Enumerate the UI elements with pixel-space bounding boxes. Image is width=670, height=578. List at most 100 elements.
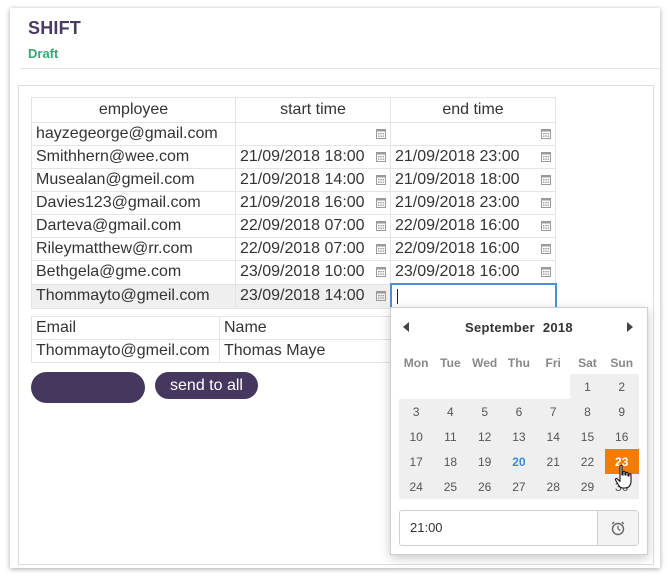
calendar-grid: Mon Tue Wed Thu Fri Sat Sun 1 2 3 4 5 6 7 8 9 10 11 12 13 14… xyxy=(399,352,639,499)
calendar-icon[interactable] xyxy=(541,220,551,231)
employee-cell[interactable]: Davies123@gmail.com xyxy=(31,191,236,215)
calendar-day[interactable]: 8 xyxy=(570,399,604,424)
calendar-day[interactable]: 25 xyxy=(433,474,467,499)
end-time-value: 21/09/2018 23:00 xyxy=(395,148,520,165)
page-title: SHIFT xyxy=(28,18,81,38)
end-time-cell[interactable]: 21/09/2018 18:00 xyxy=(390,168,556,192)
start-time-value: 22/09/2018 07:00 xyxy=(240,217,365,234)
start-time-value: 21/09/2018 16:00 xyxy=(240,194,365,211)
table-row: Rileymatthew@rr.com 22/09/2018 07:00 22/09… xyxy=(31,237,556,261)
calendar-day[interactable]: 26 xyxy=(468,474,502,499)
calendar-day[interactable]: 24 xyxy=(399,474,433,499)
employee-cell[interactable]: Bethgela@gme.com xyxy=(31,260,236,285)
calendar-day[interactable]: 9 xyxy=(605,399,639,424)
table-row: Musealan@gmeil.com 21/09/2018 14:00 21/09/… xyxy=(31,168,556,192)
time-input[interactable]: 21:00 xyxy=(399,510,639,546)
employee-cell[interactable]: Thommayto@gmeil.com xyxy=(31,283,236,309)
unlabeled-button[interactable] xyxy=(31,372,145,403)
calendar-icon[interactable] xyxy=(376,266,386,277)
calendar-day[interactable]: 4 xyxy=(433,399,467,424)
calendar-day[interactable]: 17 xyxy=(399,449,433,474)
start-time-cell[interactable]: 22/09/2018 07:00 xyxy=(235,214,391,238)
calendar-blank xyxy=(399,374,434,399)
calendar-icon[interactable] xyxy=(541,174,551,185)
calendar-icon[interactable] xyxy=(541,151,551,162)
calendar-icon[interactable] xyxy=(541,266,551,277)
calendar-day[interactable]: 22 xyxy=(570,449,604,474)
employee-cell[interactable]: Smithhern@wee.com xyxy=(31,145,236,169)
end-time-cell[interactable]: 23/09/2018 16:00 xyxy=(390,260,556,285)
table-row: Thommayto@gmeil.com Thomas Maye xyxy=(31,339,391,363)
calendar-icon[interactable] xyxy=(375,290,386,301)
end-time-cell[interactable]: 21/09/2018 23:00 xyxy=(390,191,556,215)
start-time-cell[interactable] xyxy=(235,122,391,146)
end-time-cell[interactable]: 21/09/2018 23:00 xyxy=(390,145,556,169)
calendar-icon[interactable] xyxy=(376,220,386,231)
start-time-value: 23/09/2018 14:00 xyxy=(240,287,365,304)
weekday-label: Wed xyxy=(472,356,498,370)
calendar-day[interactable]: 21 xyxy=(536,449,570,474)
calendar-day[interactable]: 27 xyxy=(502,474,536,499)
end-time-cell[interactable]: 22/09/2018 16:00 xyxy=(390,214,556,238)
chevron-right-icon[interactable] xyxy=(627,322,633,332)
start-time-cell[interactable]: 22/09/2018 07:00 xyxy=(235,237,391,261)
start-time-cell[interactable]: 21/09/2018 16:00 xyxy=(235,191,391,215)
calendar-week: 3456789 xyxy=(399,399,639,424)
employee-cell[interactable]: hayzegeorge@gmail.com xyxy=(31,122,236,146)
calendar-day[interactable]: 28 xyxy=(536,474,570,499)
start-time-cell[interactable]: 23/09/2018 14:00 xyxy=(235,283,391,309)
start-time-cell[interactable]: 23/09/2018 10:00 xyxy=(235,260,391,285)
column-header-start-time: start time xyxy=(235,97,391,123)
calendar-icon[interactable] xyxy=(376,243,386,254)
weekday-label: Mon xyxy=(403,356,429,370)
calendar-day[interactable]: 13 xyxy=(502,424,536,449)
send-to-all-button[interactable]: send to all xyxy=(155,372,258,399)
calendar-day[interactable]: 11 xyxy=(433,424,467,449)
calendar-day[interactable]: 16 xyxy=(605,424,639,449)
start-time-value: 21/09/2018 14:00 xyxy=(240,171,365,188)
shift-table: employee start time end time hayzegeorge… xyxy=(31,97,557,309)
table-row: Smithhern@wee.com 21/09/2018 18:00 21/09/2… xyxy=(31,145,556,169)
calendar-day[interactable]: 7 xyxy=(536,399,570,424)
end-time-cell[interactable]: 22/09/2018 16:00 xyxy=(390,237,556,261)
calendar-day[interactable]: 14 xyxy=(536,424,570,449)
calendar-icon[interactable] xyxy=(376,151,386,162)
calendar-day[interactable]: 5 xyxy=(468,399,502,424)
calendar-day[interactable]: 3 xyxy=(399,399,433,424)
email-cell[interactable]: Thommayto@gmeil.com xyxy=(31,339,220,363)
calendar-day[interactable]: 15 xyxy=(570,424,604,449)
calendar-day[interactable]: 12 xyxy=(468,424,502,449)
calendar-week: 17 18 19 20 21 22 23 xyxy=(399,449,639,474)
employee-cell[interactable]: Rileymatthew@rr.com xyxy=(31,237,236,261)
end-time-input[interactable] xyxy=(389,283,557,309)
name-cell[interactable]: Thomas Maye xyxy=(219,339,391,363)
start-time-cell[interactable]: 21/09/2018 18:00 xyxy=(235,145,391,169)
calendar-day[interactable]: 10 xyxy=(399,424,433,449)
calendar-day[interactable]: 19 xyxy=(468,449,502,474)
employee-cell[interactable]: Musealan@gmeil.com xyxy=(31,168,236,192)
calendar-icon[interactable] xyxy=(541,128,551,139)
calendar-week: 12 xyxy=(399,374,639,399)
column-header-email: Email xyxy=(31,316,220,340)
month-year-title: September 2018 xyxy=(391,320,647,335)
calendar-icon[interactable] xyxy=(541,243,551,254)
calendar-day[interactable]: 1 xyxy=(570,374,604,399)
month-label[interactable]: September xyxy=(465,320,535,335)
employee-cell[interactable]: Darteva@gmail.com xyxy=(31,214,236,238)
calendar-day[interactable]: 29 xyxy=(570,474,604,499)
calendar-icon[interactable] xyxy=(376,128,386,139)
calendar-day[interactable]: 2 xyxy=(605,374,639,399)
calendar-day[interactable]: 20 xyxy=(502,449,536,474)
weekday-label: Thu xyxy=(507,356,530,370)
calendar-icon[interactable] xyxy=(541,197,551,208)
end-time-cell[interactable] xyxy=(390,122,556,146)
time-value: 21:00 xyxy=(410,520,443,535)
table-row: Darteva@gmail.com 22/09/2018 07:00 22/09/2… xyxy=(31,214,556,238)
time-picker-button[interactable] xyxy=(597,511,638,545)
start-time-cell[interactable]: 21/09/2018 14:00 xyxy=(235,168,391,192)
year-label[interactable]: 2018 xyxy=(543,320,573,335)
calendar-icon[interactable] xyxy=(376,197,386,208)
calendar-day[interactable]: 6 xyxy=(502,399,536,424)
calendar-day[interactable]: 18 xyxy=(433,449,467,474)
calendar-icon[interactable] xyxy=(376,174,386,185)
